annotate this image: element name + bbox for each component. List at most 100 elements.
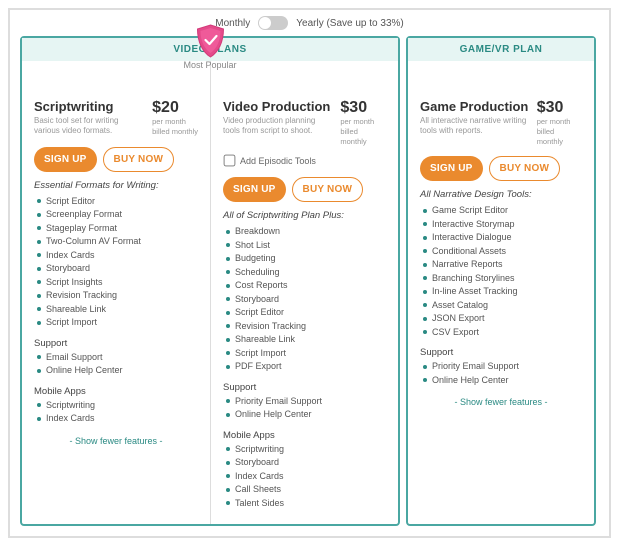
feature-item: In-line Asset Tracking (432, 285, 582, 299)
feature-item: Shareable Link (46, 303, 198, 317)
feature-item: Branching Storylines (432, 272, 582, 286)
game-plan-columns: Game Production All interactive narrativ… (408, 61, 594, 417)
plan-groups: VIDEO PLANS Most Popular S (20, 36, 599, 526)
feature-item: Storyboard (235, 456, 386, 470)
support-list: Priority Email Support Online Help Cente… (420, 360, 582, 387)
addon-checkbox[interactable] (224, 155, 236, 167)
group-header-game: GAME/VR PLAN (408, 38, 594, 61)
price-sub1: per month (152, 117, 198, 127)
feature-item: Index Cards (235, 470, 386, 484)
feature-item: Online Help Center (432, 374, 582, 388)
billing-toggle-row: Monthly Yearly (Save up to 33%) (20, 16, 599, 36)
feature-item: Script Import (46, 316, 198, 330)
features-heading: Essential Formats for Writing: (34, 180, 198, 191)
mobile-heading: Mobile Apps (34, 386, 198, 397)
feature-list: Game Script Editor Interactive Storymap … (420, 204, 582, 339)
billing-toggle[interactable] (258, 16, 288, 30)
show-fewer-link[interactable]: - Show fewer features - (420, 397, 582, 407)
feature-list: Breakdown Shot List Budgeting Scheduling… (223, 225, 386, 374)
feature-item: Storyboard (235, 293, 386, 307)
feature-item: Shot List (235, 239, 386, 253)
support-heading: Support (420, 347, 582, 358)
feature-list: Script Editor Screenplay Format Stagepla… (34, 195, 198, 330)
feature-item: Revision Tracking (235, 320, 386, 334)
feature-item: Script Insights (46, 276, 198, 290)
feature-item: Call Sheets (235, 483, 386, 497)
price-sub1: per month (537, 117, 582, 127)
buynow-button[interactable]: BUY NOW (292, 177, 364, 202)
plan-subtitle: Video production planning tools from scr… (223, 116, 332, 137)
price-sub2: billed monthly (537, 127, 582, 147)
addon-row: Add Episodic Tools (223, 154, 386, 167)
video-plan-columns: Scriptwriting Basic tool set for writing… (22, 61, 398, 524)
features-heading: All of Scriptwriting Plan Plus: (223, 210, 386, 221)
plan-title: Game Production (420, 99, 529, 114)
buynow-button[interactable]: BUY NOW (103, 147, 175, 172)
feature-item: Script Import (235, 347, 386, 361)
feature-item: Online Help Center (235, 408, 386, 422)
feature-item: Priority Email Support (432, 360, 582, 374)
plan-game-production: Game Production All interactive narrativ… (408, 61, 594, 417)
group-game-vr: GAME/VR PLAN Game Production All interac… (406, 36, 596, 526)
feature-item: Scriptwriting (235, 443, 386, 457)
feature-item: Scheduling (235, 266, 386, 280)
feature-item: Script Editor (46, 195, 198, 209)
signup-button[interactable]: SIGN UP (223, 177, 286, 202)
feature-item: Game Script Editor (432, 204, 582, 218)
group-video-plans: VIDEO PLANS Most Popular S (20, 36, 400, 526)
plan-price: $30 (340, 99, 386, 117)
price-sub2: billed monthly (152, 127, 198, 137)
feature-item: CSV Export (432, 326, 582, 340)
feature-item: Screenplay Format (46, 208, 198, 222)
support-heading: Support (34, 338, 198, 349)
support-list: Priority Email Support Online Help Cente… (223, 395, 386, 422)
plan-price: $20 (152, 99, 198, 117)
feature-item: Online Help Center (46, 364, 198, 378)
support-list: Email Support Online Help Center (34, 351, 198, 378)
feature-item: Budgeting (235, 252, 386, 266)
feature-item: PDF Export (235, 360, 386, 374)
shield-check-icon (183, 24, 236, 58)
feature-item: Scriptwriting (46, 399, 198, 413)
feature-item: Stageplay Format (46, 222, 198, 236)
pricing-page: Monthly Yearly (Save up to 33%) VIDEO PL… (8, 8, 611, 538)
plan-scriptwriting: Scriptwriting Basic tool set for writing… (22, 61, 210, 524)
plan-price: $30 (537, 99, 582, 117)
plan-subtitle: Basic tool set for writing various video… (34, 116, 144, 137)
feature-item: Priority Email Support (235, 395, 386, 409)
feature-item: Revision Tracking (46, 289, 198, 303)
most-popular-badge: Most Popular (183, 24, 236, 70)
feature-item: Shareable Link (235, 333, 386, 347)
feature-item: Storyboard (46, 262, 198, 276)
feature-item: Index Cards (46, 412, 198, 426)
toggle-label-yearly: Yearly (Save up to 33%) (296, 18, 403, 29)
feature-item: Asset Catalog (432, 299, 582, 313)
feature-item: Script Editor (235, 306, 386, 320)
badge-label: Most Popular (183, 60, 236, 70)
show-fewer-link[interactable]: - Show fewer features - (34, 436, 198, 446)
mobile-list: Scriptwriting Index Cards (34, 399, 198, 426)
feature-item: Breakdown (235, 225, 386, 239)
signup-button[interactable]: SIGN UP (420, 156, 483, 181)
feature-item: Cost Reports (235, 279, 386, 293)
feature-item: Interactive Dialogue (432, 231, 582, 245)
price-sub2: billed monthly (340, 127, 386, 147)
price-sub1: per month (340, 117, 386, 127)
buynow-button[interactable]: BUY NOW (489, 156, 561, 181)
plan-title: Scriptwriting (34, 99, 144, 114)
feature-item: Index Cards (46, 249, 198, 263)
plan-video-production: Video Production Video production planni… (210, 61, 398, 524)
signup-button[interactable]: SIGN UP (34, 147, 97, 172)
feature-item: Email Support (46, 351, 198, 365)
toggle-knob (259, 17, 271, 29)
plan-subtitle: All interactive narrative writing tools … (420, 116, 529, 137)
feature-item: Conditional Assets (432, 245, 582, 259)
support-heading: Support (223, 382, 386, 393)
plan-title: Video Production (223, 99, 332, 114)
feature-item: Interactive Storymap (432, 218, 582, 232)
mobile-list: Scriptwriting Storyboard Index Cards Cal… (223, 443, 386, 511)
feature-item: Two-Column AV Format (46, 235, 198, 249)
feature-item: Narrative Reports (432, 258, 582, 272)
addon-label: Add Episodic Tools (240, 156, 316, 166)
mobile-heading: Mobile Apps (223, 430, 386, 441)
